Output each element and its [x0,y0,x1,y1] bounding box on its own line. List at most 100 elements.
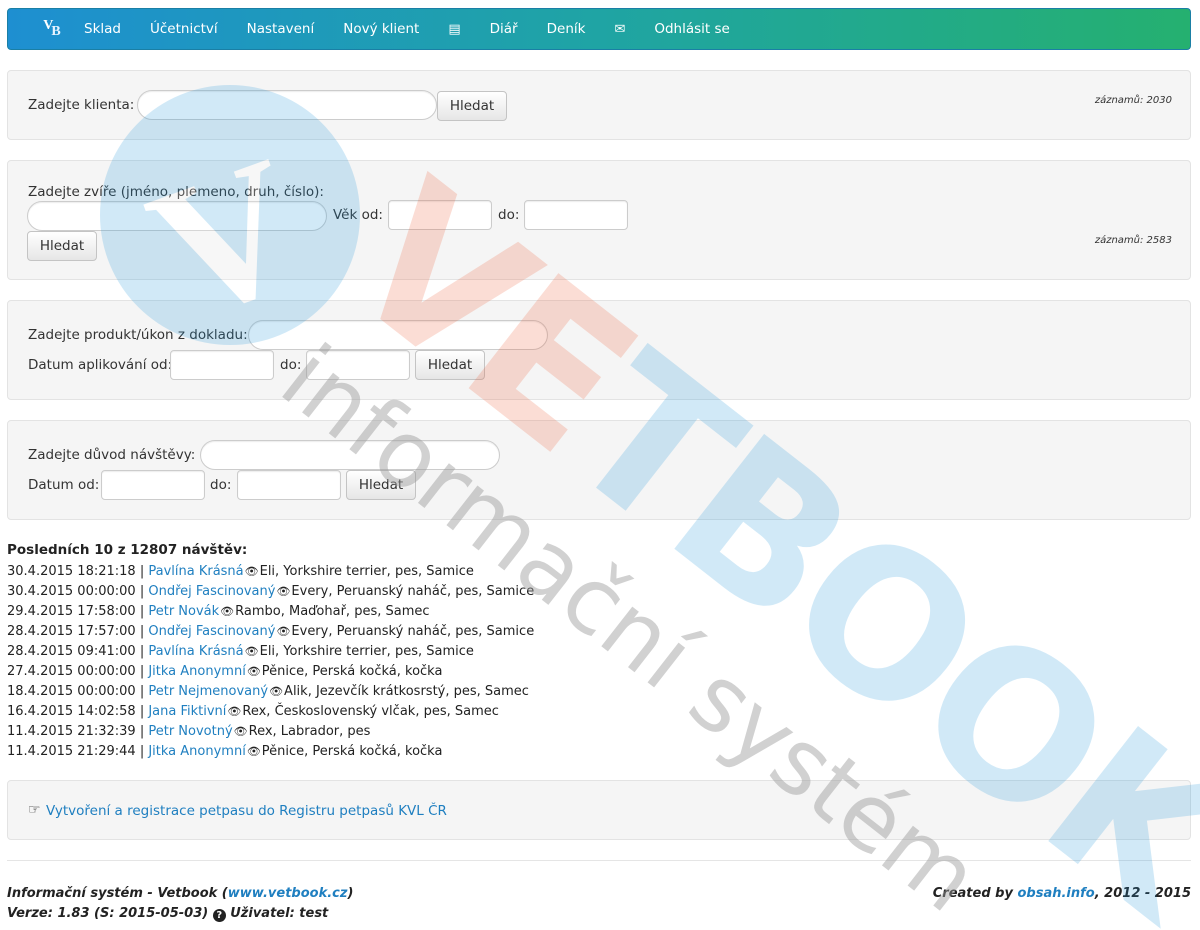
product-search-label: Zadejte produkt/úkon z dokladu: [28,327,248,343]
visit-client-link[interactable]: Ondřej Fascinovaný [148,584,275,599]
client-search-button[interactable]: Hledat [437,91,507,121]
visit-animal: Every, Peruanský naháč, pes, Samice [291,584,535,599]
visit-separator: | [135,684,149,699]
age-to-input[interactable] [524,200,628,230]
eye-icon[interactable]: 👁 [234,725,248,738]
footer-divider [7,860,1191,861]
visit-list: 30.4.2015 18:21:18 | Pavlína Krásná👁Eli,… [7,562,534,762]
visit-separator: | [135,664,149,679]
visit-row: 18.4.2015 00:00:00 | Petr Nejmenovaný👁Al… [7,682,534,702]
visit-client-link[interactable]: Petr Novotný [148,724,232,739]
petpass-panel: ☞ Vytvoření a registrace petpasu do Regi… [7,780,1191,840]
top-navbar: VB Sklad Účetnictví Nastavení Nový klien… [7,8,1191,50]
recent-visits-title: Posledních 10 z 12807 návštěv: [7,542,248,558]
envelope-icon[interactable]: ✉ [614,22,625,37]
date-to-input[interactable] [237,470,341,500]
apply-date-to-input[interactable] [306,350,410,380]
eye-icon[interactable]: 👁 [245,645,259,658]
animal-count: záznamů: 2583 [1094,235,1172,246]
nav-nastaveni[interactable]: Nastavení [247,21,315,37]
client-count: záznamů: 2030 [1094,95,1172,106]
footer-system-prefix: Informační systém - Vetbook ( [7,886,228,901]
age-to-label: do: [498,207,520,223]
visit-separator: | [135,604,149,619]
visit-datetime: 30.4.2015 00:00:00 [7,584,136,599]
eye-icon[interactable]: 👁 [276,585,290,598]
eye-icon[interactable]: 👁 [245,565,259,578]
eye-icon[interactable]: 👁 [247,745,261,758]
animal-search-button[interactable]: Hledat [27,231,97,261]
visit-separator: | [135,644,149,659]
obsah-info-link[interactable]: obsah.info [1017,886,1094,901]
version-text: Verze: 1.83 (S: 2015-05-03) [7,906,209,921]
vetbook-logo[interactable]: VB [40,17,64,41]
visit-separator: | [135,724,149,739]
nav-denik[interactable]: Deník [547,21,586,37]
visit-row: 11.4.2015 21:29:44 | Jitka Anonymní👁Pěni… [7,742,534,762]
age-from-input[interactable] [388,200,492,230]
client-search-panel: Zadejte klienta: Hledat záznamů: 2030 [7,70,1191,140]
visit-datetime: 28.4.2015 09:41:00 [7,644,136,659]
nav-sklad[interactable]: Sklad [84,21,121,37]
vetbook-website-link[interactable]: www.vetbook.cz [228,886,348,901]
visit-separator: | [135,564,149,579]
visit-animal: Rex, Československý vlčak, pes, Samec [242,704,499,719]
nav-ucetnictvi[interactable]: Účetnictví [150,21,218,37]
eye-icon[interactable]: 👁 [227,705,241,718]
visit-row: 28.4.2015 17:57:00 | Ondřej Fascinovaný👁… [7,622,534,642]
visit-separator: | [135,584,149,599]
eye-icon[interactable]: 👁 [247,665,261,678]
visit-animal: Rex, Labrador, pes [248,724,371,739]
nav-diar[interactable]: Diář [490,21,518,37]
client-search-input[interactable] [137,90,437,120]
client-search-label: Zadejte klienta: [28,97,135,113]
visit-client-link[interactable]: Pavlína Krásná [148,564,243,579]
visit-client-link[interactable]: Ondřej Fascinovaný [148,624,275,639]
reason-search-label: Zadejte důvod návštěvy: [28,447,196,463]
reason-search-input[interactable] [200,440,500,470]
date-from-input[interactable] [101,470,205,500]
visit-client-link[interactable]: Jitka Anonymní [148,664,245,679]
visit-datetime: 29.4.2015 17:58:00 [7,604,136,619]
petpass-link[interactable]: Vytvoření a registrace petpasu do Regist… [46,803,447,819]
created-by-prefix: Created by [932,886,1018,901]
visit-client-link[interactable]: Jitka Anonymní [148,744,245,759]
footer-system-suffix: ) [347,886,354,901]
visit-row: 30.4.2015 18:21:18 | Pavlína Krásná👁Eli,… [7,562,534,582]
age-from-label: Věk od: [333,207,383,223]
visit-animal: Every, Peruanský naháč, pes, Samice [291,624,535,639]
visit-datetime: 18.4.2015 00:00:00 [7,684,136,699]
notebook-icon[interactable]: ▤ [448,22,460,37]
eye-icon[interactable]: 👁 [269,685,283,698]
visit-row: 11.4.2015 21:32:39 | Petr Novotný👁Rex, L… [7,722,534,742]
product-search-input[interactable] [248,320,548,350]
question-icon[interactable]: ? [212,909,226,922]
nav-logout[interactable]: Odhlásit se [654,21,729,37]
visit-animal: Rambo, Maďohař, pes, Samec [235,604,430,619]
nav-novy-klient[interactable]: Nový klient [343,21,419,37]
visit-datetime: 30.4.2015 18:21:18 [7,564,136,579]
created-by-suffix: , 2012 - 2015 [1094,886,1191,901]
product-search-button[interactable]: Hledat [415,350,485,380]
logo-letter-b: B [51,24,61,39]
visit-datetime: 11.4.2015 21:29:44 [7,744,136,759]
eye-icon[interactable]: 👁 [220,605,234,618]
visit-animal: Pěnice, Perská kočká, kočka [261,664,443,679]
animal-search-input[interactable] [27,201,327,231]
visit-client-link[interactable]: Pavlína Krásná [148,644,243,659]
animal-search-panel: Zadejte zvíře (jméno, plemeno, druh, čís… [7,160,1191,280]
apply-date-from-label: Datum aplikování od: [28,357,173,373]
apply-date-from-input[interactable] [170,350,274,380]
visit-client-link[interactable]: Petr Nejmenovaný [148,684,268,699]
visit-client-link[interactable]: Petr Novák [148,604,219,619]
visit-row: 29.4.2015 17:58:00 | Petr Novák👁Rambo, M… [7,602,534,622]
visit-datetime: 16.4.2015 14:02:58 [7,704,136,719]
date-to-label: do: [210,477,232,493]
visit-animal: Pěnice, Perská kočká, kočka [261,744,443,759]
pointing-hand-icon: ☞ [28,802,41,818]
product-search-panel: Zadejte produkt/úkon z dokladu: Datum ap… [7,300,1191,400]
visit-client-link[interactable]: Jana Fiktivní [148,704,226,719]
eye-icon[interactable]: 👁 [276,625,290,638]
reason-search-button[interactable]: Hledat [346,470,416,500]
visit-separator: | [135,704,149,719]
